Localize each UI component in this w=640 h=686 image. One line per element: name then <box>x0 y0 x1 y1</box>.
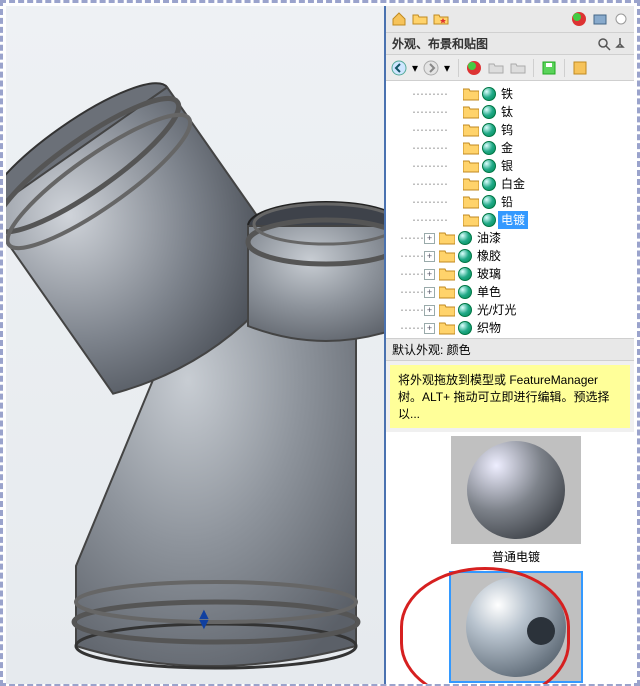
folder-icon <box>463 195 479 209</box>
tree-node[interactable]: ⋯⋯+光/灯光 <box>388 301 632 319</box>
tree-label: 油漆 <box>474 229 504 247</box>
globe-icon <box>482 213 496 227</box>
globe-icon <box>482 195 496 209</box>
tree-label: 银 <box>498 157 516 175</box>
folder-icon <box>439 231 455 245</box>
expand-icon[interactable]: + <box>424 269 435 280</box>
tree-label: 铅 <box>498 193 516 211</box>
default-appearance-header: 默认外观: 颜色 <box>386 339 634 361</box>
folder-icon <box>439 303 455 317</box>
tree-node[interactable]: ⋯⋯+油漆 <box>388 229 632 247</box>
appearance-panel: 外观、布景和贴图 ▾ ▾ ⋯⋯⋯铁⋯⋯⋯钛⋯⋯⋯钨⋯⋯⋯金⋯⋯⋯银⋯⋯⋯白金⋯⋯… <box>384 6 634 684</box>
panel-tab-bar <box>386 6 634 33</box>
expand-icon[interactable]: + <box>424 287 435 298</box>
panel-title-bar: 外观、布景和贴图 <box>386 33 634 55</box>
tree-node[interactable]: ⋯⋯⋯银 <box>388 157 632 175</box>
globe-icon <box>458 231 472 245</box>
tree-node[interactable]: ⋯⋯+单色 <box>388 283 632 301</box>
appearance-tree[interactable]: ⋯⋯⋯铁⋯⋯⋯钛⋯⋯⋯钨⋯⋯⋯金⋯⋯⋯银⋯⋯⋯白金⋯⋯⋯铅⋯⋯⋯电镀⋯⋯+油漆⋯… <box>386 81 634 339</box>
manipulator-arrow[interactable]: ▲▼ <box>196 610 212 630</box>
folder-icon <box>463 141 479 155</box>
pin-icon[interactable] <box>612 36 628 52</box>
tree-label: 橡胶 <box>474 247 504 265</box>
drag-tip: 将外观拖放到模型或 FeatureManager 树。ALT+ 拖动可立即进行编… <box>390 365 630 428</box>
folder-star-icon[interactable] <box>432 10 450 28</box>
tree-label: 钛 <box>498 103 516 121</box>
expand-icon[interactable]: + <box>424 251 435 262</box>
folder-icon <box>463 105 479 119</box>
tree-node[interactable]: ⋯⋯⋯白金 <box>388 175 632 193</box>
swatch-item[interactable]: 光亮电镀 <box>408 573 624 684</box>
panel-toolbar: ▾ ▾ <box>386 55 634 81</box>
globe-icon <box>458 285 472 299</box>
panel-title: 外观、布景和贴图 <box>392 35 488 52</box>
globe-icon <box>458 321 472 335</box>
folder-icon <box>463 177 479 191</box>
tree-node[interactable]: ⋯⋯⋯铁 <box>388 85 632 103</box>
tree-label: 钨 <box>498 121 516 139</box>
folder-icon <box>463 123 479 137</box>
tree-node[interactable]: ⋯⋯⋯铅 <box>388 193 632 211</box>
home-icon[interactable] <box>390 10 408 28</box>
expand-icon[interactable]: + <box>424 233 435 244</box>
expand-icon[interactable]: + <box>424 323 435 334</box>
globe-icon <box>482 87 496 101</box>
tree-node[interactable]: ⋯⋯⋯电镀 <box>388 211 632 229</box>
folder-icon <box>439 267 455 281</box>
color-ball-icon[interactable] <box>465 59 483 77</box>
expand-icon[interactable]: + <box>424 305 435 316</box>
folder-icon <box>439 249 455 263</box>
tree-node[interactable]: ⋯⋯⋯金 <box>388 139 632 157</box>
forward-icon[interactable] <box>422 59 440 77</box>
open-folder-icon[interactable] <box>509 59 527 77</box>
search-icon[interactable] <box>596 36 612 52</box>
new-folder-icon[interactable] <box>487 59 505 77</box>
light-icon[interactable] <box>612 10 630 28</box>
appearance-sphere-icon[interactable] <box>570 10 588 28</box>
tree-label: 光/灯光 <box>474 301 519 319</box>
tree-label: 电镀 <box>498 211 528 229</box>
folder-icon <box>463 87 479 101</box>
swatch-label: 普通电镀 <box>408 548 624 565</box>
globe-icon <box>482 159 496 173</box>
model-viewport[interactable]: ▲▼ <box>6 6 386 684</box>
swatch-list: 普通电镀 光亮电镀 <box>386 432 634 684</box>
tree-node[interactable]: ⋯⋯⋯钛 <box>388 103 632 121</box>
save-icon[interactable] <box>540 59 558 77</box>
tree-label: 白金 <box>498 175 528 193</box>
tree-label: 金 <box>498 139 516 157</box>
forward-dropdown-icon[interactable]: ▾ <box>442 59 452 77</box>
globe-icon <box>482 177 496 191</box>
tree-label: 铁 <box>498 85 516 103</box>
back-icon[interactable] <box>390 59 408 77</box>
tree-label: 单色 <box>474 283 504 301</box>
folder-icon <box>463 159 479 173</box>
tree-label: 织物 <box>474 319 504 337</box>
globe-icon <box>458 267 472 281</box>
swatch-item[interactable]: 普通电镀 <box>408 436 624 565</box>
rebuild-icon[interactable] <box>571 59 589 77</box>
tree-node[interactable]: ⋯⋯+织物 <box>388 319 632 337</box>
back-dropdown-icon[interactable]: ▾ <box>410 59 420 77</box>
globe-icon <box>458 303 472 317</box>
globe-icon <box>482 123 496 137</box>
tree-node[interactable]: ⋯⋯⋯钨 <box>388 121 632 139</box>
globe-icon <box>482 141 496 155</box>
tree-node[interactable]: ⋯⋯+橡胶 <box>388 247 632 265</box>
folder-open-icon[interactable] <box>411 10 429 28</box>
folder-icon <box>463 213 479 227</box>
tree-label: 玻璃 <box>474 265 504 283</box>
globe-icon <box>482 105 496 119</box>
scene-icon[interactable] <box>591 10 609 28</box>
globe-icon <box>458 249 472 263</box>
tree-node[interactable]: ⋯⋯+玻璃 <box>388 265 632 283</box>
folder-icon <box>439 285 455 299</box>
folder-icon <box>439 321 455 335</box>
